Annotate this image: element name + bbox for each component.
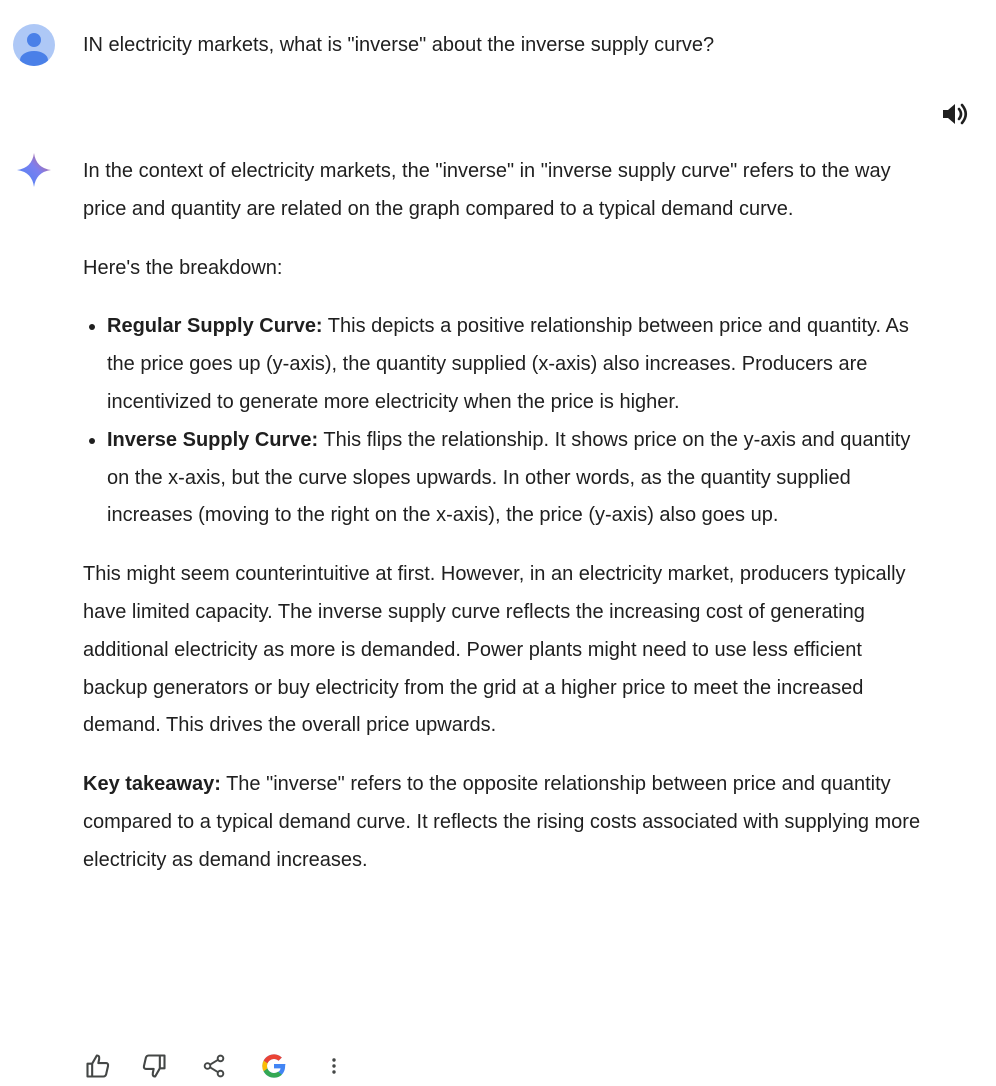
google-search-button[interactable] bbox=[256, 1048, 292, 1084]
thumbs-down-button[interactable] bbox=[136, 1048, 172, 1084]
more-options-button[interactable] bbox=[316, 1048, 352, 1084]
user-query-text: IN electricity markets, what is "inverse… bbox=[83, 34, 715, 56]
response-explanation: This might seem counterintuitive at firs… bbox=[83, 563, 906, 737]
more-vert-icon bbox=[332, 1058, 336, 1074]
response-actions bbox=[74, 1046, 374, 1086]
list-item: Regular Supply Curve: This depicts a pos… bbox=[107, 308, 928, 421]
response-intro: In the context of electricity markets, t… bbox=[83, 160, 891, 220]
google-icon bbox=[262, 1054, 286, 1078]
breakdown-list: Regular Supply Curve: This depicts a pos… bbox=[83, 308, 928, 535]
takeaway-label: Key takeaway: bbox=[83, 773, 221, 796]
list-item-title: Regular Supply Curve: bbox=[107, 315, 323, 338]
gemini-sparkle-icon bbox=[16, 152, 52, 188]
thumbs-down-icon bbox=[142, 1054, 166, 1078]
list-item-title: Inverse Supply Curve: bbox=[107, 428, 319, 451]
user-avatar[interactable] bbox=[13, 24, 55, 66]
user-message-row: IN electricity markets, what is "inverse… bbox=[0, 0, 996, 90]
response-breakdown-intro: Here's the breakdown: bbox=[83, 256, 283, 279]
response-takeaway: Key takeaway: The "inverse" refers to th… bbox=[83, 766, 928, 879]
list-item: Inverse Supply Curve: This flips the rel… bbox=[107, 422, 928, 535]
avatar-person-icon bbox=[20, 33, 48, 66]
thumbs-up-icon bbox=[86, 1054, 110, 1078]
assistant-response: In the context of electricity markets, t… bbox=[83, 153, 928, 901]
share-button[interactable] bbox=[196, 1048, 232, 1084]
share-icon bbox=[203, 1054, 225, 1078]
read-aloud-button[interactable] bbox=[940, 101, 970, 127]
thumbs-up-button[interactable] bbox=[80, 1048, 116, 1084]
volume-up-icon bbox=[943, 103, 968, 125]
